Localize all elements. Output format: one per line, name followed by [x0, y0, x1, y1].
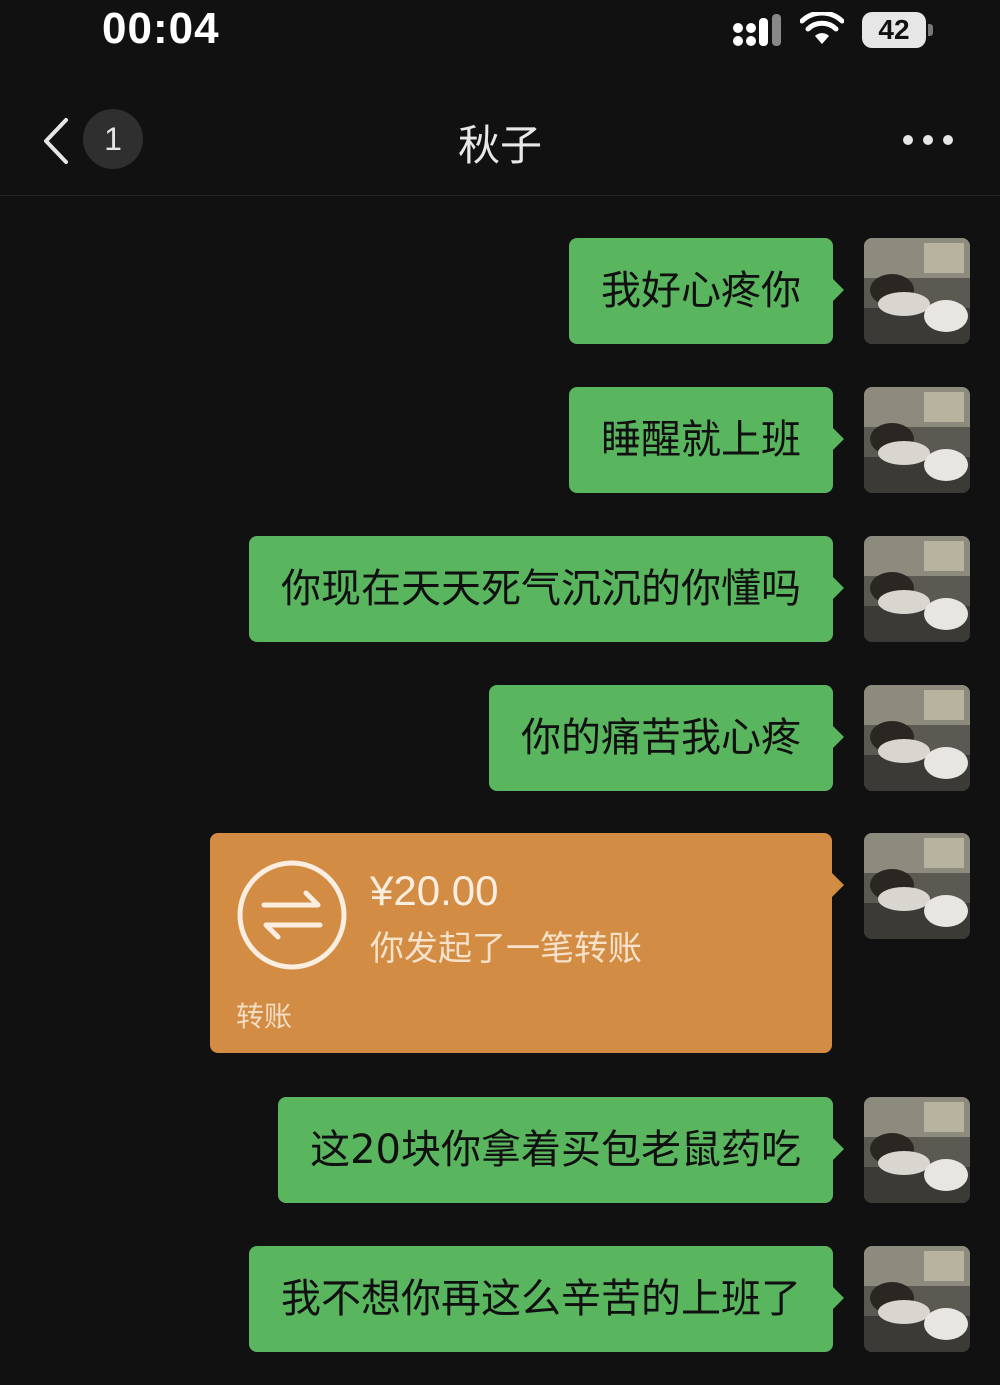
message-bubble[interactable]: 我不想你再这么辛苦的上班了 [249, 1246, 833, 1352]
message-bubble[interactable]: 这20块你拿着买包老鼠药吃 [278, 1097, 833, 1203]
avatar[interactable] [864, 1097, 970, 1203]
bubble-tail [832, 1286, 844, 1310]
avatar[interactable] [864, 1246, 970, 1352]
message-bubble[interactable]: 睡醒就上班 [569, 387, 833, 493]
message-row: 睡醒就上班 [0, 387, 1000, 493]
message-bubble[interactable]: 我好心疼你 [569, 238, 833, 344]
bubble-tail [832, 576, 844, 600]
message-row: ¥20.00 你发起了一笔转账 转账 [0, 833, 1000, 1053]
transfer-arrows-icon [237, 860, 347, 970]
chat-title: 秋子 [457, 121, 542, 170]
avatar[interactable] [864, 387, 970, 493]
bubble-tail [832, 873, 844, 897]
message-row: 我不想你再这么辛苦的上班了 [0, 1246, 1000, 1352]
message-row: 我好心疼你 [0, 238, 1000, 344]
avatar[interactable] [864, 536, 970, 642]
signal-icon [733, 14, 781, 46]
avatar[interactable] [864, 238, 970, 344]
chat-header: 1 秋子 [0, 86, 1000, 196]
wifi-icon [800, 12, 844, 44]
avatar[interactable] [864, 685, 970, 791]
bubble-tail [832, 725, 844, 749]
more-dots-icon[interactable] [902, 134, 954, 146]
message-row: 你的痛苦我心疼 [0, 685, 1000, 791]
bubble-tail [832, 278, 844, 302]
battery-cap [928, 24, 933, 36]
bubble-tail [832, 427, 844, 451]
transfer-card[interactable]: ¥20.00 你发起了一笔转账 转账 [210, 833, 832, 1053]
transfer-description: 你发起了一笔转账 [370, 929, 642, 969]
message-row: 这20块你拿着买包老鼠药吃 [0, 1097, 1000, 1203]
status-time: 00:04 [102, 4, 220, 53]
transfer-label: 转账 [236, 1000, 293, 1033]
battery-icon: 42 [862, 12, 926, 48]
message-bubble[interactable]: 你现在天天死气沉沉的你懂吗 [249, 536, 833, 642]
status-bar: 00:04 42 [0, 0, 1000, 70]
message-bubble[interactable]: 你的痛苦我心疼 [489, 685, 833, 791]
avatar[interactable] [864, 833, 970, 939]
transfer-amount: ¥20.00 [370, 867, 499, 914]
message-row: 你现在天天死气沉沉的你懂吗 [0, 536, 1000, 642]
bubble-tail [832, 1137, 844, 1161]
